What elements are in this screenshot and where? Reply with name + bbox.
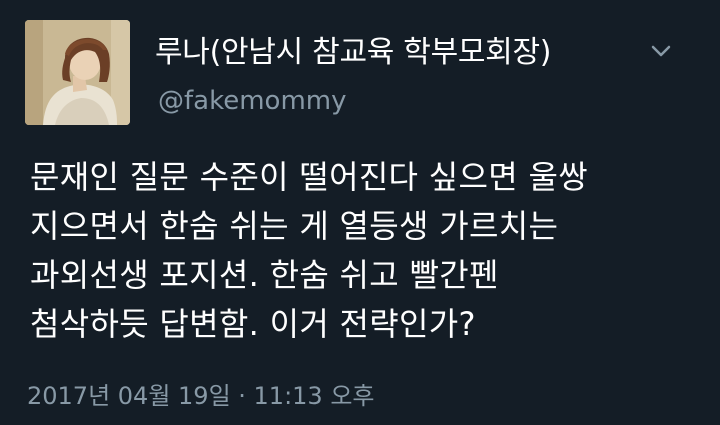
author-display-name[interactable]: 루나(안남시 참교육 학부모회장) bbox=[155, 33, 551, 73]
chevron-down-icon[interactable] bbox=[646, 38, 676, 64]
tweet-text-line: 과외선생 포지션. 한숨 쉬고 빨간펜 bbox=[30, 256, 499, 294]
tweet-text-line: 지으면서 한숨 쉬는 게 열등생 가르치는 bbox=[30, 207, 559, 245]
tweet-card: 루나(안남시 참교육 학부모회장) @fakemommy 문재인 질문 수준이 … bbox=[0, 0, 720, 425]
portrait-painting-icon bbox=[25, 20, 130, 125]
tweet-timestamp[interactable]: 2017년 04월 19일 · 11:13 오후 bbox=[27, 380, 375, 412]
tweet-text-line: 첨삭하듯 답변함. 이거 전략인가? bbox=[30, 305, 476, 343]
avatar[interactable] bbox=[25, 20, 130, 125]
author-handle[interactable]: @fakemommy bbox=[158, 84, 347, 118]
tweet-text-line: 문재인 질문 수준이 떨어진다 싶으면 울쌍 bbox=[30, 158, 588, 196]
tweet-text: 문재인 질문 수준이 떨어진다 싶으면 울쌍 지으면서 한숨 쉬는 게 열등생 … bbox=[30, 153, 700, 349]
